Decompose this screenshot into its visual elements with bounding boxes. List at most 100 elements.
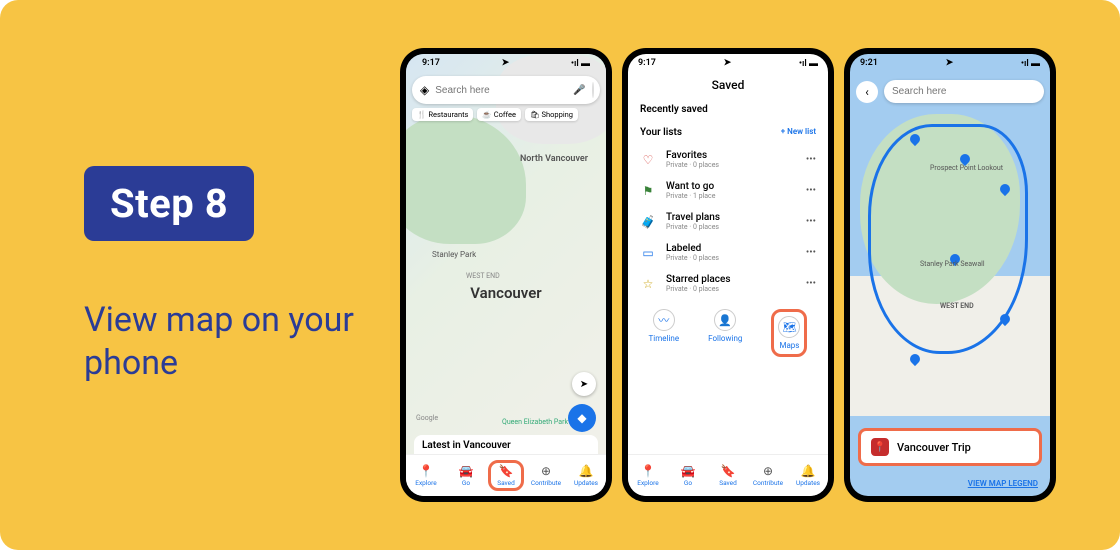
search-input[interactable] [892, 86, 1036, 97]
chevron-left-icon: ‹ [865, 85, 869, 99]
google-logo-icon: ◈ [420, 83, 429, 97]
map-label: WEST END [940, 302, 974, 310]
list-subtitle: Private · 0 places [666, 254, 796, 262]
trip-name: Vancouver Trip [897, 441, 971, 454]
directions-fab[interactable]: ◆ [568, 404, 596, 432]
status-bar: 9:17 ➤ •ıl ▬ [628, 54, 828, 72]
location-arrow-icon: ➤ [724, 58, 732, 68]
chip-shopping[interactable]: 🛍Shopping [525, 108, 578, 121]
tab-go[interactable]: 🚘Go [670, 464, 706, 487]
map-label: Vancouver [406, 284, 606, 302]
list-item[interactable]: ♡ FavoritesPrivate · 0 places ••• [628, 144, 828, 175]
maps-icon: 🗺 [778, 316, 800, 338]
more-icon[interactable]: ••• [806, 247, 816, 258]
list-title: Favorites [666, 150, 796, 161]
google-attribution: Google [416, 414, 438, 422]
tab-saved[interactable]: 🔖Saved [488, 460, 524, 491]
timeline-link[interactable]: 〰Timeline [649, 309, 680, 357]
map-label: Prospect Point Lookout [930, 164, 1003, 172]
step-badge: Step 8 [84, 166, 254, 241]
search-bar[interactable]: ◈ 🎤 [412, 76, 600, 104]
maps-link[interactable]: 🗺Maps [771, 309, 807, 357]
list-subtitle: Private · 0 places [666, 223, 796, 231]
more-icon[interactable]: ••• [806, 154, 816, 165]
map-label: Stanley Park Seawall [920, 260, 985, 268]
your-lists-label: Your lists [640, 127, 682, 138]
saved-header: Saved [628, 72, 828, 98]
tab-contribute[interactable]: ⊕Contribute [528, 464, 564, 487]
list-type-icon: ♡ [640, 153, 656, 167]
back-button[interactable]: ‹ [856, 81, 878, 103]
tab-explore[interactable]: 📍Explore [630, 464, 666, 487]
phone-2: 9:17 ➤ •ıl ▬ Saved Recently saved Your l… [622, 48, 834, 502]
locate-me-button[interactable]: ➤ [572, 372, 596, 396]
chip-restaurants[interactable]: 🍴Restaurants [412, 108, 473, 121]
pin-icon: 📍 [419, 464, 434, 478]
slide: Step 8 View map on your phone 9:17 ➤ •ıl… [0, 0, 1120, 550]
following-icon: 👤 [714, 309, 736, 331]
plus-icon: ⊕ [541, 464, 551, 478]
category-chips: 🍴Restaurants ☕Coffee 🛍Shopping [412, 108, 600, 121]
list-item[interactable]: ⚑Want to goPrivate · 1 place••• [628, 175, 828, 206]
tab-go[interactable]: 🚘Go [448, 464, 484, 487]
bottom-links: 〰Timeline 👤Following 🗺Maps [628, 299, 828, 367]
phone-3: 9:21 ➤ •ıl ▬ ‹ Prospect Point Lookout St… [844, 48, 1056, 502]
list-type-icon: 🧳 [640, 215, 656, 229]
chip-coffee[interactable]: ☕Coffee [477, 108, 521, 121]
status-time: 9:17 [422, 58, 440, 68]
avatar[interactable] [592, 82, 594, 98]
saved-lists: ♡FavoritesPrivate · 0 places•••⚑Want to … [628, 144, 828, 299]
bottom-tab-bar: 📍Explore 🚘Go 🔖Saved ⊕Contribute 🔔Updates [628, 454, 828, 496]
search-bar[interactable] [884, 80, 1044, 103]
following-link[interactable]: 👤Following [708, 309, 742, 357]
mic-icon[interactable]: 🎤 [573, 85, 585, 96]
recently-saved-label: Recently saved [628, 98, 828, 121]
list-title: Labeled [666, 243, 796, 254]
tab-contribute[interactable]: ⊕Contribute [750, 464, 786, 487]
tab-saved[interactable]: 🔖Saved [710, 464, 746, 487]
phone-1: 9:17 ➤ •ıl ▬ ◈ 🎤 🍴Restaurants ☕Coffee 🛍S… [400, 48, 612, 502]
list-title: Travel plans [666, 212, 796, 223]
list-item[interactable]: ▭ LabeledPrivate · 0 places ••• [628, 237, 828, 268]
list-title: Starred places [666, 274, 796, 285]
bookmark-icon: 🔖 [721, 464, 736, 478]
your-lists-row: Your lists + New list [628, 121, 828, 144]
trip-card[interactable]: 📍 Vancouver Trip [858, 428, 1042, 466]
tab-updates[interactable]: 🔔Updates [568, 464, 604, 487]
status-bar: 9:17 ➤ •ıl ▬ [412, 54, 600, 72]
map-label: Stanley Park [432, 250, 476, 259]
red-pin-icon: 📍 [871, 438, 889, 456]
phone-row: 9:17 ➤ •ıl ▬ ◈ 🎤 🍴Restaurants ☕Coffee 🛍S… [400, 48, 1056, 502]
list-type-icon: ⚑ [640, 184, 656, 198]
car-icon: 🚘 [681, 464, 696, 478]
search-input[interactable] [435, 85, 567, 96]
list-type-icon: ▭ [640, 246, 656, 260]
bell-icon: 🔔 [579, 464, 594, 478]
list-subtitle: Private · 0 places [666, 285, 796, 293]
latest-heading[interactable]: Latest in Vancouver [414, 435, 598, 456]
list-item[interactable]: ☆ Starred placesPrivate · 0 places ••• [628, 268, 828, 299]
more-icon[interactable]: ••• [806, 278, 816, 289]
map-label: North Vancouver [520, 154, 588, 164]
list-type-icon: ☆ [640, 277, 656, 291]
list-item[interactable]: 🧳 Travel plansPrivate · 0 places ••• [628, 206, 828, 237]
new-list-link[interactable]: + New list [781, 127, 816, 136]
status-icons: •ıl ▬ [799, 58, 818, 69]
car-icon: 🚘 [459, 464, 474, 478]
location-arrow-icon: ➤ [946, 58, 954, 68]
tab-explore[interactable]: 📍Explore [408, 464, 444, 487]
status-time: 9:21 [860, 58, 878, 68]
more-icon[interactable]: ••• [806, 216, 816, 227]
more-icon[interactable]: ••• [806, 185, 816, 196]
tab-updates[interactable]: 🔔Updates [790, 464, 826, 487]
bottom-tab-bar: 📍Explore 🚘Go 🔖Saved ⊕Contribute 🔔Updates [406, 454, 606, 496]
plus-icon: ⊕ [763, 464, 773, 478]
slide-title: View map on your phone [84, 299, 364, 384]
view-legend-link[interactable]: VIEW MAP LEGEND [968, 479, 1038, 488]
timeline-icon: 〰 [653, 309, 675, 331]
left-panel: Step 8 View map on your phone [84, 166, 364, 384]
list-subtitle: Private · 1 place [666, 192, 796, 200]
list-subtitle: Private · 0 places [666, 161, 796, 169]
bookmark-icon: 🔖 [499, 464, 514, 478]
status-bar: 9:21 ➤ •ıl ▬ [850, 54, 1050, 72]
